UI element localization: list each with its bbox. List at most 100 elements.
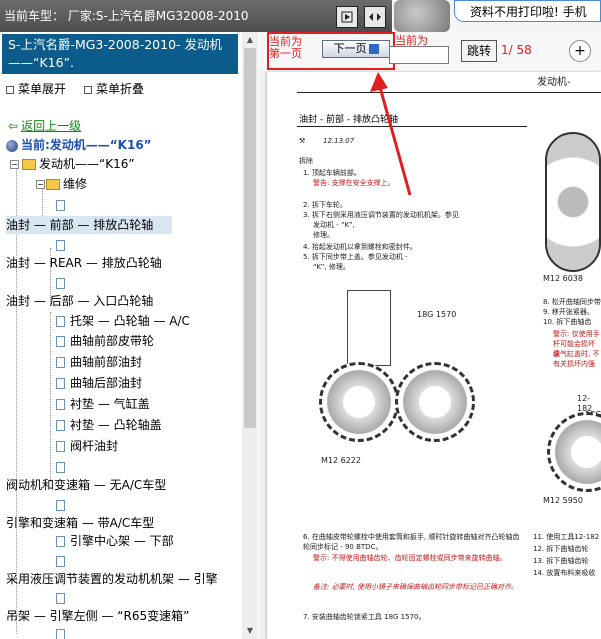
annotation-label: 当前为第一页 <box>269 35 302 60</box>
tree-node-label: 发动机——“K16” <box>39 157 135 171</box>
collapse-node-icon[interactable]: − <box>10 160 19 169</box>
document-icon <box>56 240 65 251</box>
step-text: 发动机 - “K”, <box>313 221 355 229</box>
tree-leaf-label: 阀动机和变速箱 — 无A/C车型 <box>6 478 167 492</box>
tree-leaf-label: 油封 — 前部 — 排放凸轮轴 <box>6 218 154 232</box>
camshaft-gear-right <box>395 362 475 442</box>
ad-text: 资料不用打印啦! 手机 <box>470 5 587 19</box>
figure-callout: 18G 1570 <box>417 310 457 319</box>
document-icon <box>56 420 65 431</box>
list-item[interactable]: 油封 — 前部 — 排放凸轮轴 <box>6 216 172 234</box>
list-item[interactable]: 阀杆油封 <box>56 437 118 455</box>
timing-cover-illustration <box>545 132 601 272</box>
tool-illustration <box>347 290 391 366</box>
scroll-down-icon[interactable]: ▼ <box>242 623 258 639</box>
document-icon <box>56 278 65 289</box>
list-item[interactable]: 曲轴前部油封 <box>56 353 142 371</box>
tree-leaf-label: 曲轴前部油封 <box>70 355 143 369</box>
list-item[interactable] <box>56 274 70 292</box>
back-link[interactable]: ⇦ 返回上一级 <box>8 117 81 135</box>
scroll-thumb[interactable] <box>244 48 256 428</box>
figure-id: M12 6222 <box>321 456 361 465</box>
camshaft-gear-left <box>319 362 399 442</box>
tree-node-engine[interactable]: 发动机——“K16” <box>22 155 135 173</box>
list-item[interactable]: 油封 — REAR — 排放凸轮轴 <box>6 254 162 272</box>
wrench-icon: ⚒ <box>299 137 306 145</box>
title-bar: 当前车型： 厂家:S-上汽名爵MG32008-2010 资料不用打印啦! 手机 <box>0 0 601 32</box>
tree-connector <box>16 164 17 634</box>
step-text: 4. 拾起发动机以拿到螺栓和密封件。 <box>303 243 417 251</box>
sidebar: S-上汽名爵-MG3-2008-2010- 发动机——“K16”. 菜单展开 菜… <box>0 32 258 639</box>
step-text: 8. 松开曲轴同步带 <box>543 298 601 306</box>
page-counter: 1/ 58 <box>501 43 532 57</box>
jump-button[interactable]: 跳转 <box>461 40 497 62</box>
document-viewer: 当前为第一页 下一页 当前为 跳转 1/ 58 + 发动机- 油封 - 前部 -… <box>259 32 601 639</box>
globe-icon <box>6 139 18 152</box>
current-page-annotation: 当前为 <box>395 34 428 47</box>
step-text: 13. 拆下曲轴齿轮 <box>533 557 589 565</box>
list-item[interactable]: 曲轴前部皮带轮 <box>56 332 154 350</box>
warning-text: 装气缸盖时, 不 <box>553 350 600 358</box>
list-item[interactable] <box>56 496 70 514</box>
expand-window-icon[interactable] <box>364 6 386 28</box>
tree-node-label: 维修 <box>63 177 88 191</box>
zoom-in-icon[interactable]: + <box>569 40 591 62</box>
tree-leaf-label: 引擎和变速箱 — 带A/C车型 <box>6 516 155 530</box>
collapse-label: 菜单折叠 <box>96 82 145 96</box>
step-text: 6. 在曲轴皮带轮螺栓中使用套筒和扳手, 顺时针旋转曲轴对齐凸轮轴齿轮同步标记 … <box>303 533 520 551</box>
list-item[interactable]: 引擎和变速箱 — 带A/C车型 <box>6 514 154 532</box>
tree-leaf-label: 阀杆油封 <box>70 439 119 453</box>
tree-leaf-label: 引擎中心架 — 下部 <box>70 534 174 548</box>
list-item[interactable] <box>56 552 70 570</box>
tree-leaf-label: 曲轴后部油封 <box>70 376 143 390</box>
tree-node-repair[interactable]: 维修 <box>46 175 87 193</box>
list-item[interactable] <box>56 196 70 214</box>
list-item[interactable] <box>56 589 70 607</box>
play-icon[interactable] <box>336 6 358 28</box>
figure-id: M12 6038 <box>543 274 583 283</box>
step-text: 2. 拆下车轮。 <box>303 201 347 209</box>
figure-id: M12 5950 <box>543 496 583 505</box>
document-icon <box>56 500 65 511</box>
list-item[interactable]: 曲轴后部油封 <box>56 374 142 392</box>
list-item[interactable]: 衬垫 — 凸轮轴盖 <box>56 416 162 434</box>
list-item[interactable]: 油封 — 后部 — 入口凸轮轴 <box>6 292 153 310</box>
list-item[interactable] <box>56 236 70 254</box>
list-item[interactable]: 衬垫 — 气缸盖 <box>56 395 150 413</box>
list-item[interactable]: 采用液压调节装置的发动机机架 — 引擎 <box>6 570 218 588</box>
step-text: 9. 移开张紧器。 <box>543 308 594 316</box>
sidebar-scrollbar[interactable]: ▲ ▼ <box>242 32 258 639</box>
next-page-button[interactable]: 下一页 <box>322 40 390 58</box>
warning-text: 有关损坏内强 <box>553 360 595 368</box>
document-icon <box>56 441 65 452</box>
document-icon <box>56 593 65 604</box>
crankshaft-gear <box>547 412 601 492</box>
ad-banner[interactable]: 资料不用打印啦! 手机 <box>392 0 601 32</box>
collapse-node-icon[interactable]: − <box>36 180 45 189</box>
back-label: 返回上一级 <box>21 119 82 133</box>
back-arrow-icon: ⇦ <box>8 119 19 133</box>
tree-leaf-label: 油封 — 后部 — 入口凸轮轴 <box>6 294 154 308</box>
page-header: 发动机- <box>537 77 571 88</box>
warning-text: 警告: 支撑在安全支撑上。 <box>313 179 395 187</box>
page-number-input[interactable] <box>389 46 449 64</box>
document-icon <box>56 378 65 389</box>
folder-icon <box>46 179 60 190</box>
mascot-image <box>394 0 450 32</box>
list-item[interactable]: 托架 — 凸轮轴 — A/C <box>56 312 190 330</box>
warning-text: 警示: 仅使用手 <box>553 330 600 338</box>
expand-all-button[interactable]: 菜单展开 <box>6 80 66 97</box>
divider <box>297 126 527 127</box>
current-label: 当前:发动机——“K16” <box>21 138 152 152</box>
collapse-icon <box>84 85 93 94</box>
list-item[interactable] <box>56 458 70 476</box>
list-item[interactable] <box>56 625 70 639</box>
document-icon <box>56 336 65 347</box>
list-item[interactable]: 阀动机和变速箱 — 无A/C车型 <box>6 476 166 494</box>
list-item[interactable]: 引擎中心架 — 下部 <box>56 532 174 550</box>
collapse-all-button[interactable]: 菜单折叠 <box>84 80 144 97</box>
tree-view: ⇦ 返回上一级 当前:发动机——“K16” − 发动机——“K16” − 维修 油… <box>0 112 242 639</box>
scroll-up-icon[interactable]: ▲ <box>242 32 258 48</box>
remove-label: 拆除 <box>299 157 313 165</box>
list-item[interactable]: 吊架 — 引擎左侧 — “R65变速箱” <box>6 607 189 625</box>
